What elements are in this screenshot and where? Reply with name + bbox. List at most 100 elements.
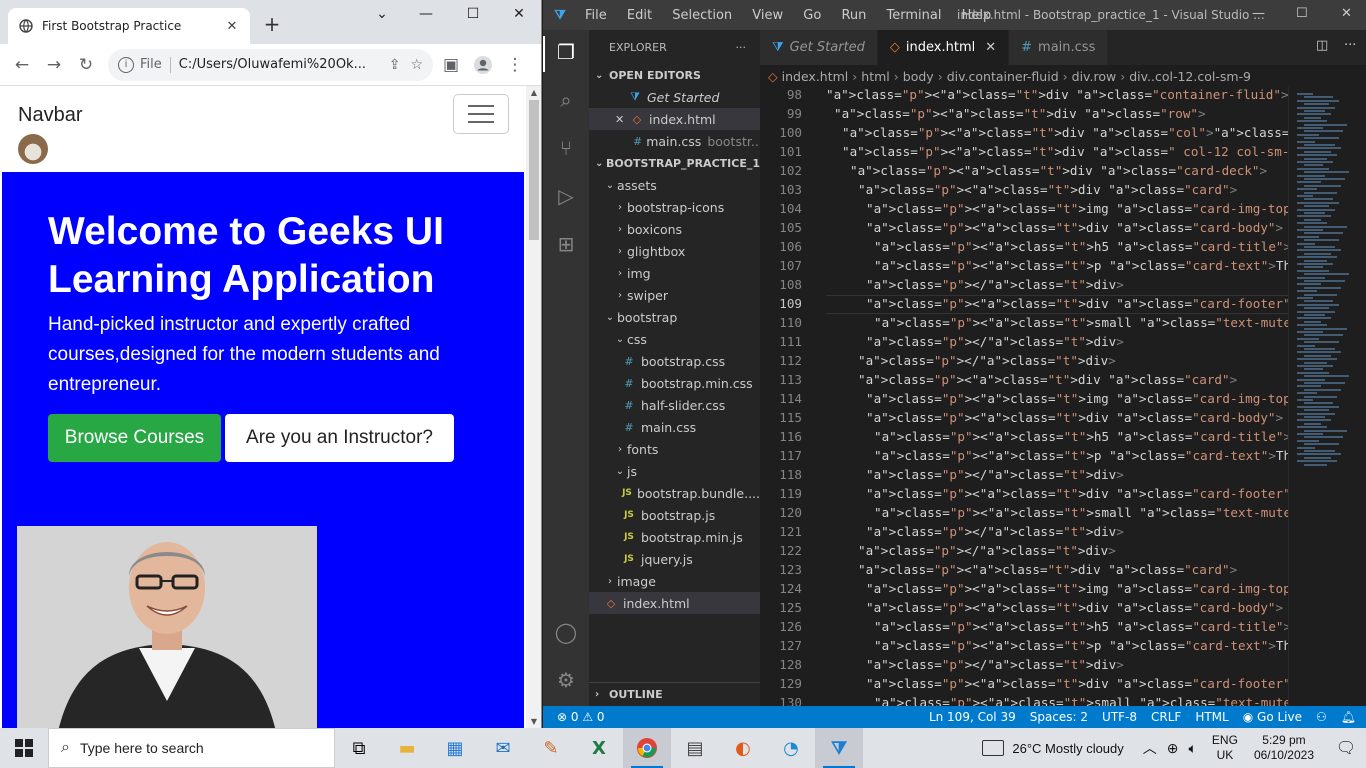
- code-line[interactable]: "a">class="p"><"a">class="t">div "a">cla…: [866, 486, 1288, 501]
- breadcrumb-item[interactable]: div.container-fluid: [947, 69, 1059, 84]
- file-explorer-icon[interactable]: ▬: [383, 728, 431, 768]
- menu-file[interactable]: File: [585, 8, 607, 23]
- code-line[interactable]: "a">class="p"></"a">class="t">div>: [858, 543, 1116, 558]
- problems-indicator[interactable]: ⊗ 0 ⚠ 0: [543, 710, 605, 724]
- code-line[interactable]: "a">class="p"><"a">class="t">div "a">cla…: [834, 106, 1206, 121]
- indentation[interactable]: Spaces: 2: [1030, 710, 1088, 724]
- split-editor-icon[interactable]: ◫: [1316, 38, 1328, 53]
- tree-file[interactable]: JS bootstrap.js: [589, 504, 760, 526]
- code-line[interactable]: "a">class="p"><"a">class="t">h5 "a">clas…: [874, 429, 1288, 444]
- code-editor[interactable]: 98 "a">class="p"><"a">class="t">div "a">c…: [760, 87, 1288, 706]
- tree-folder[interactable]: ⌄ css: [589, 328, 760, 350]
- tree-file[interactable]: # main.css: [589, 416, 760, 438]
- breadcrumb-item[interactable]: index.html: [782, 69, 849, 84]
- share-icon[interactable]: ⇪: [389, 57, 401, 73]
- navbar-toggler-button[interactable]: [453, 94, 509, 134]
- chevron-up-icon[interactable]: ︿: [1143, 738, 1157, 758]
- address-bar[interactable]: i File C:/Users/Oluwafemi%20Ok... ⇪ ☆: [108, 48, 433, 81]
- minimize-button[interactable]: —: [414, 6, 438, 22]
- code-line[interactable]: "a">class="p"><"a">class="t">div "a">cla…: [858, 372, 1237, 387]
- code-line[interactable]: "a">class="p"><"a">class="t">div "a">cla…: [850, 163, 1267, 178]
- edge-icon[interactable]: ◔: [767, 728, 815, 768]
- tree-folder[interactable]: › bootstrap-icons: [589, 196, 760, 218]
- cursor-position[interactable]: Ln 109, Col 39: [929, 710, 1016, 724]
- minimize-button[interactable]: —: [1252, 6, 1265, 21]
- code-line[interactable]: "a">class="p"></"a">class="t">div>: [866, 467, 1124, 482]
- browse-courses-button[interactable]: Browse Courses: [48, 414, 221, 462]
- close-icon[interactable]: ✕: [615, 113, 629, 126]
- tab-main-css[interactable]: # main.css: [1009, 30, 1109, 65]
- code-line[interactable]: "a">class="p"><"a">class="t">h5 "a">clas…: [874, 239, 1288, 254]
- code-line[interactable]: "a">class="p"></"a">class="t">div>: [866, 334, 1124, 349]
- encoding[interactable]: UTF-8: [1102, 710, 1137, 724]
- url-text[interactable]: C:/Users/Oluwafemi%20Ok...: [179, 57, 379, 72]
- browser-tab[interactable]: First Bootstrap Practice ✕: [8, 8, 250, 44]
- new-tab-button[interactable]: +: [262, 12, 282, 36]
- code-line[interactable]: "a">class="p"></"a">class="t">div>: [866, 524, 1124, 539]
- tab-index-html[interactable]: ◇ index.html ✕: [877, 30, 1010, 65]
- go-live-button[interactable]: ◉ Go Live: [1243, 710, 1302, 724]
- source-control-icon[interactable]: ⑂: [553, 136, 579, 162]
- language-mode[interactable]: HTML: [1195, 710, 1228, 724]
- breadcrumb-item[interactable]: body: [903, 69, 934, 84]
- minimap[interactable]: [1288, 87, 1366, 706]
- tree-folder[interactable]: › boxicons: [589, 218, 760, 240]
- scroll-up-icon[interactable]: ▲: [526, 88, 541, 97]
- breadcrumb-item[interactable]: div.row: [1072, 69, 1117, 84]
- network-icon[interactable]: ⊕: [1167, 740, 1179, 757]
- code-line[interactable]: "a">class="p"></"a">class="t">div>: [866, 657, 1124, 672]
- feedback-icon[interactable]: ⚇: [1316, 710, 1327, 724]
- code-line[interactable]: "a">class="p"><"a">class="t">small "a">c…: [874, 315, 1288, 330]
- code-line[interactable]: "a">class="p"><"a">class="t">img "a">cla…: [866, 581, 1288, 596]
- open-editor-item[interactable]: ✕ ◇ index.html: [589, 108, 760, 130]
- tree-folder[interactable]: ⌄ assets: [589, 174, 760, 196]
- clock[interactable]: 5:29 pm 06/10/2023: [1254, 733, 1314, 763]
- code-line[interactable]: "a">class="p"><"a">class="t">div "a">cla…: [866, 410, 1283, 425]
- paint-icon[interactable]: ✎: [527, 728, 575, 768]
- calculator-icon[interactable]: ▤: [671, 728, 719, 768]
- menu-edit[interactable]: Edit: [627, 8, 652, 23]
- info-icon[interactable]: i: [118, 56, 134, 73]
- weather-widget[interactable]: 26°C Mostly cloudy: [982, 740, 1124, 756]
- tree-file[interactable]: JS jquery.js: [589, 548, 760, 570]
- tree-file[interactable]: JS bootstrap.min.js: [589, 526, 760, 548]
- open-editors-section[interactable]: ⌄ OPEN EDITORS: [589, 64, 760, 86]
- code-line[interactable]: "a">class="p"><"a">class="t">small "a">c…: [874, 505, 1288, 520]
- run-debug-icon[interactable]: ▷: [553, 184, 579, 210]
- code-line[interactable]: "a">class="p"><"a">class="t">div "a">cla…: [858, 182, 1237, 197]
- code-line[interactable]: "a">class="p"><"a">class="t">p "a">class…: [874, 258, 1288, 273]
- scroll-down-icon[interactable]: ▼: [526, 717, 541, 726]
- tree-folder[interactable]: ⌄ bootstrap: [589, 306, 760, 328]
- more-actions-icon[interactable]: ···: [736, 41, 747, 54]
- close-icon[interactable]: ✕: [985, 40, 996, 55]
- breadcrumb-item[interactable]: html: [861, 69, 889, 84]
- tree-folder[interactable]: › glightbox: [589, 240, 760, 262]
- tree-folder[interactable]: ⌄ js: [589, 460, 760, 482]
- language-indicator[interactable]: ENG UK: [1212, 733, 1238, 763]
- menu-run[interactable]: Run: [841, 8, 866, 23]
- code-line[interactable]: "a">class="p"><"a">class="t">p "a">class…: [874, 448, 1288, 463]
- page-scrollbar[interactable]: ▲ ▼: [526, 86, 541, 728]
- notifications-icon[interactable]: 🗨︎: [1326, 738, 1366, 758]
- code-line[interactable]: "a">class="p"><"a">class="t">div "a">cla…: [866, 220, 1283, 235]
- chevron-down-icon[interactable]: ⌄: [370, 6, 394, 22]
- code-line[interactable]: "a">class="p"><"a">class="t">div "a">cla…: [842, 125, 1288, 140]
- breadcrumb-item[interactable]: div..col-12.col-sm-9: [1129, 69, 1251, 84]
- gear-icon[interactable]: ⚙: [553, 668, 579, 694]
- store-icon[interactable]: ▦: [431, 728, 479, 768]
- instructor-button[interactable]: Are you an Instructor?: [225, 414, 454, 462]
- extensions-icon[interactable]: ⊞: [553, 232, 579, 258]
- code-line[interactable]: "a">class="p"><"a">class="t">p "a">class…: [874, 638, 1288, 653]
- search-icon[interactable]: ⌕: [553, 88, 579, 114]
- open-editor-item[interactable]: ⧩ Get Started: [589, 86, 760, 108]
- code-line[interactable]: "a">class="p"><"a">class="t">small "a">c…: [874, 695, 1288, 706]
- maximize-button[interactable]: ☐: [1296, 6, 1308, 21]
- taskbar-search-box[interactable]: ⌕ Type here to search: [48, 728, 335, 768]
- reload-icon[interactable]: ↻: [72, 51, 100, 79]
- tree-folder[interactable]: › img: [589, 262, 760, 284]
- navbar-brand[interactable]: Navbar: [18, 104, 82, 127]
- chrome-icon[interactable]: [623, 728, 671, 768]
- bell-icon[interactable]: 🔔︎: [1341, 710, 1356, 724]
- tree-folder[interactable]: › swiper: [589, 284, 760, 306]
- back-arrow-icon[interactable]: ←: [8, 51, 36, 79]
